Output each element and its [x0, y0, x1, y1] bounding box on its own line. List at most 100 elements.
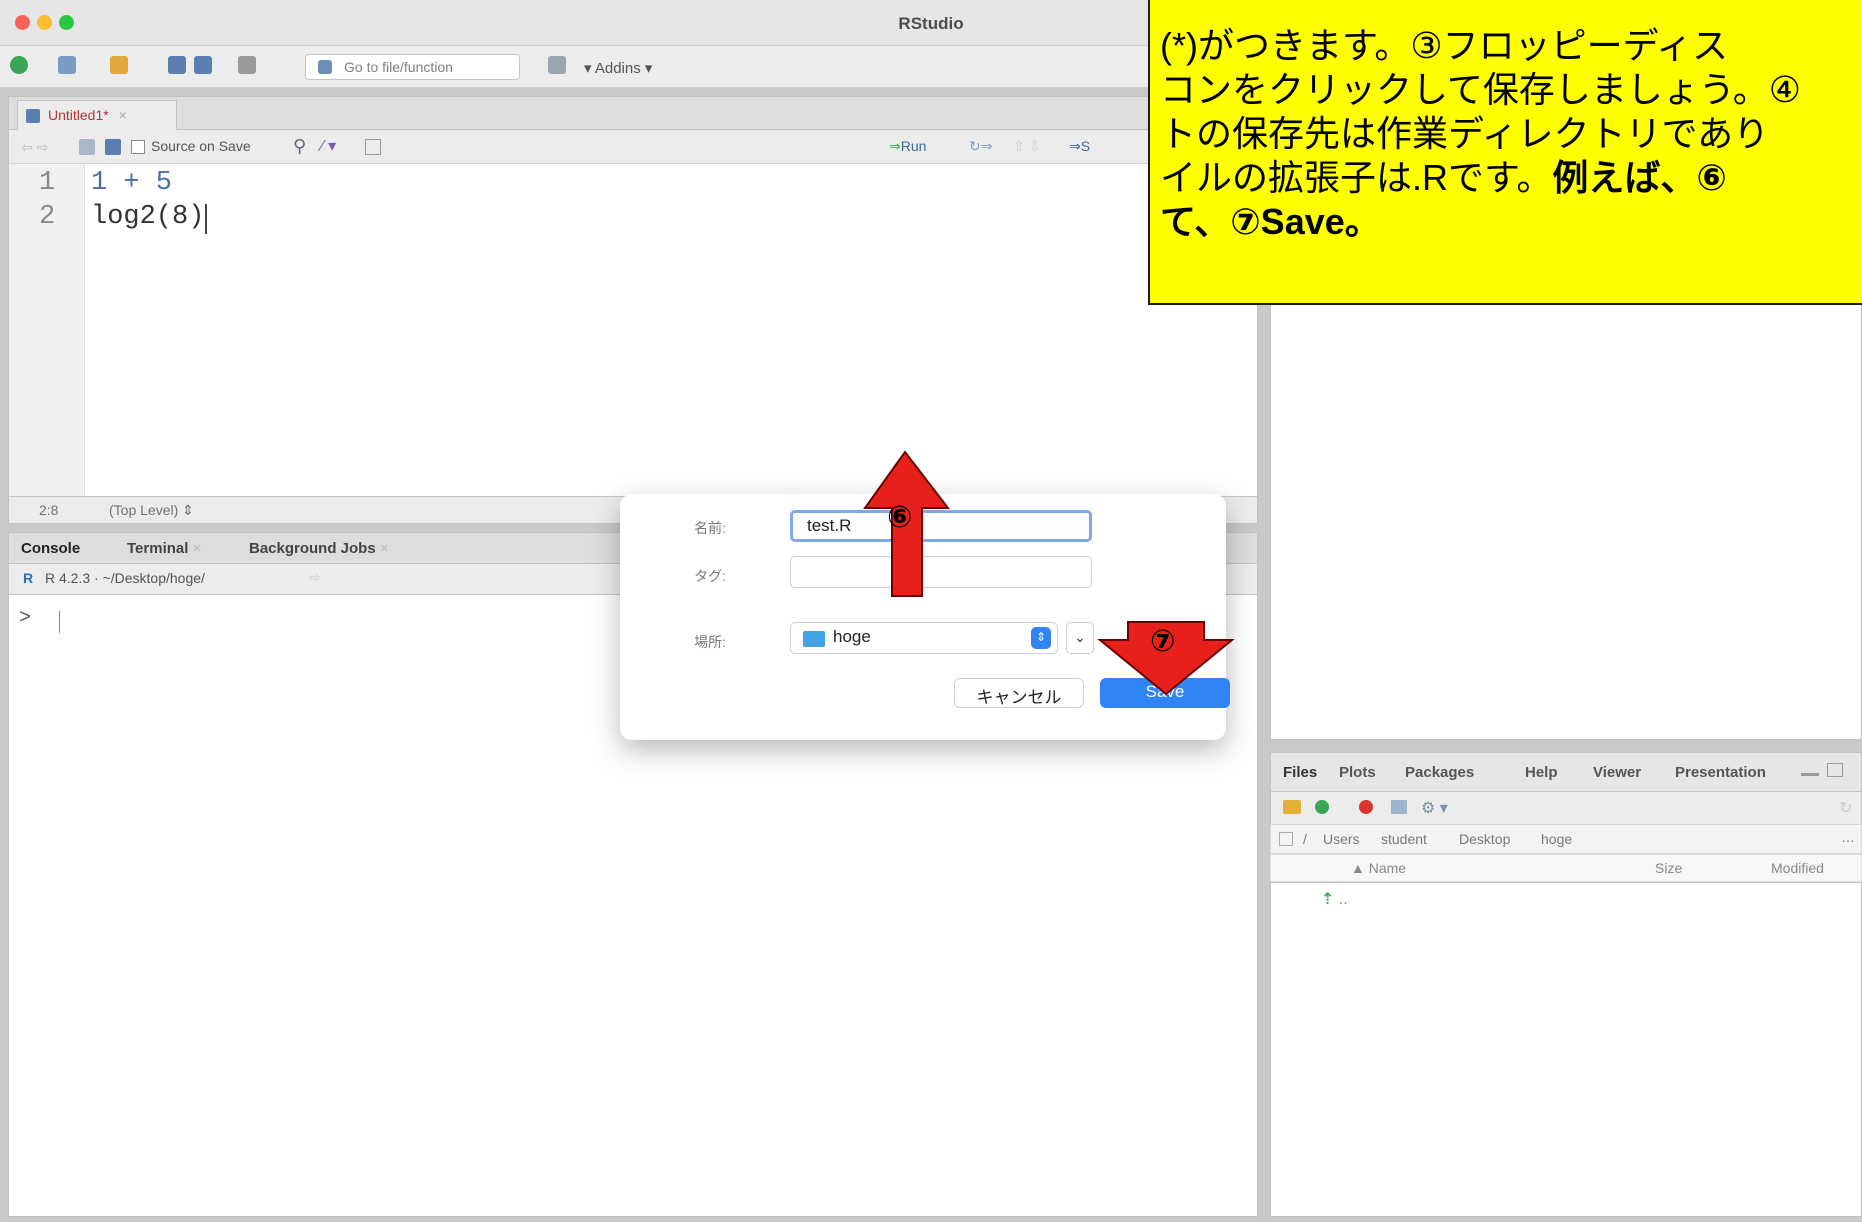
open-file-icon[interactable] [110, 56, 128, 74]
annotation-line-2: コンをクリックして保存しましょう。④ [1160, 69, 1802, 110]
r-version-path: R 4.2.3 · ~/Desktop/hoge/ [45, 570, 205, 586]
tab-plots[interactable]: Plots [1339, 764, 1376, 781]
parent-dir-link[interactable]: .. [1339, 891, 1348, 908]
console-prompt: > [19, 607, 32, 630]
tab-packages[interactable]: Packages [1405, 764, 1474, 781]
run-label: Run [900, 138, 927, 154]
annotation-line-4-plain: イルの拡張子は.Rです。 [1160, 157, 1553, 198]
delete-file-icon[interactable] [1359, 800, 1373, 814]
new-file-icon[interactable] [10, 56, 28, 74]
goto-arrow-icon [318, 60, 332, 74]
tab-help[interactable]: Help [1525, 764, 1558, 781]
save-icon[interactable] [168, 56, 186, 74]
back-forward-icon[interactable]: ⇦ ⇨ [21, 139, 48, 156]
breadcrumb-root[interactable]: / [1303, 831, 1307, 847]
annotation-line-4: イルの拡張子は.Rです。例えば、⑥ [1160, 156, 1862, 200]
annotation-callout: (*)がつきます。③フロッピーディス コンをクリックして保存しましょう。④ トの… [1148, 0, 1862, 305]
files-list: ⇡ .. [1270, 882, 1862, 1217]
addins-menu[interactable]: ▾ Addins ▾ [584, 59, 652, 77]
line-number: 1 [39, 168, 56, 198]
source-label: S [1080, 138, 1091, 154]
tab-files[interactable]: Files [1283, 764, 1317, 781]
code-tools-wand-icon[interactable]: ⁄ ▾ [321, 136, 336, 156]
find-icon[interactable]: ⚲ [293, 136, 306, 157]
grid-layout-icon[interactable] [548, 56, 566, 74]
files-table-header: ▲ Name Size Modified [1270, 854, 1862, 882]
scope-label: (Top Level) [109, 502, 179, 518]
table-row[interactable]: ⇡ .. [1321, 889, 1348, 909]
new-blank-file-icon[interactable] [1315, 800, 1329, 814]
expand-dialog-button[interactable]: ⌄ [1066, 622, 1094, 654]
annotation-line-1: (*)がつきます。③フロッピーディス [1160, 25, 1729, 66]
chunk-nav-icons[interactable]: ⇧ ⇩ [1013, 138, 1040, 155]
breadcrumb-users[interactable]: Users [1323, 831, 1360, 847]
save-document-icon[interactable] [105, 139, 121, 155]
tab-untitled1[interactable]: Untitled1* × [17, 100, 177, 130]
scope-selector[interactable]: (Top Level) ⇕ [109, 502, 194, 519]
column-size[interactable]: Size [1655, 860, 1682, 876]
breadcrumb-desktop[interactable]: Desktop [1459, 831, 1510, 847]
annotation-line-4-bold: 例えば、⑥ [1552, 157, 1727, 198]
column-modified[interactable]: Modified [1771, 860, 1824, 876]
column-name-label: Name [1368, 860, 1407, 876]
environment-pane [1270, 300, 1862, 740]
minimize-pane-icon[interactable] [1801, 773, 1819, 776]
run-button[interactable]: ⇒Run [889, 138, 926, 155]
rerun-icon[interactable]: ↻⇒ [969, 138, 992, 155]
new-project-icon[interactable] [58, 56, 76, 74]
close-tab-icon[interactable]: × [119, 107, 127, 123]
up-folder-icon: ⇡ [1321, 891, 1335, 908]
more-gear-icon[interactable]: ⚙ ▾ [1421, 798, 1448, 818]
go-to-directory-icon[interactable]: ⇨ [309, 569, 321, 586]
name-label: 名前: [694, 520, 726, 536]
marker-6: ⑥ [887, 501, 913, 534]
source-button[interactable]: ⇒S [1069, 138, 1090, 155]
tab-viewer[interactable]: Viewer [1593, 764, 1641, 781]
column-name[interactable]: ▲ Name [1351, 860, 1406, 876]
folder-icon [803, 631, 825, 647]
tab-terminal[interactable]: Terminal × [127, 540, 201, 557]
close-tab-icon[interactable]: × [193, 540, 202, 557]
editor-tabbar: Untitled1* × [8, 96, 1258, 130]
new-folder-icon[interactable] [1283, 800, 1301, 814]
source-on-save-checkbox[interactable] [131, 140, 145, 154]
marker-7: ⑦ [1150, 625, 1176, 658]
filename-value: test.R [807, 516, 852, 535]
annotation-line-5: て、⑦Save。 [1160, 201, 1381, 242]
rename-file-icon[interactable] [1391, 800, 1407, 814]
save-all-icon[interactable] [194, 56, 212, 74]
tab-background-jobs[interactable]: Background Jobs × [249, 540, 389, 557]
location-select[interactable]: hoge ⇕ [790, 622, 1058, 654]
tab-terminal-label: Terminal [127, 540, 189, 557]
tab-console[interactable]: Console [21, 540, 80, 557]
refresh-icon[interactable]: ↻ [1839, 798, 1852, 818]
breadcrumb-hoge[interactable]: hoge [1541, 831, 1572, 847]
tab-presentation[interactable]: Presentation [1675, 764, 1766, 781]
location-value: hoge [833, 627, 871, 646]
code-line-1[interactable]: 1 + 5 [91, 168, 172, 198]
select-all-checkbox[interactable] [1279, 832, 1293, 846]
show-in-window-icon[interactable] [79, 139, 95, 155]
addins-label: Addins [594, 60, 641, 77]
goto-file-function-input[interactable]: Go to file/function [305, 54, 520, 80]
r-logo-icon: R [23, 570, 34, 586]
more-icon[interactable]: … [1841, 829, 1855, 845]
tab-label: Untitled1* [48, 107, 109, 123]
tab-background-jobs-label: Background Jobs [249, 540, 376, 557]
tags-label: タグ: [694, 568, 726, 584]
run-arrow-icon: ⇒ [889, 138, 901, 154]
close-tab-icon[interactable]: × [380, 540, 389, 557]
code-line-2[interactable]: log2(8) [91, 202, 204, 232]
r-script-icon [26, 109, 40, 123]
files-toolbar: ⚙ ▾ ↻ [1270, 792, 1862, 824]
source-on-save-label: Source on Save [151, 138, 251, 154]
select-arrows-icon: ⇕ [1031, 627, 1051, 649]
cancel-button[interactable]: キャンセル [954, 678, 1084, 708]
breadcrumb-student[interactable]: student [1381, 831, 1427, 847]
annotation-line-3: トの保存先は作業ディレクトリであり [1160, 113, 1770, 154]
code-editor[interactable]: 1 1 + 5 2 log2(8) [8, 164, 1258, 496]
line-number: 2 [39, 202, 56, 232]
print-icon[interactable] [238, 56, 256, 74]
compile-report-icon[interactable] [365, 139, 381, 155]
maximize-pane-icon[interactable] [1827, 763, 1843, 777]
